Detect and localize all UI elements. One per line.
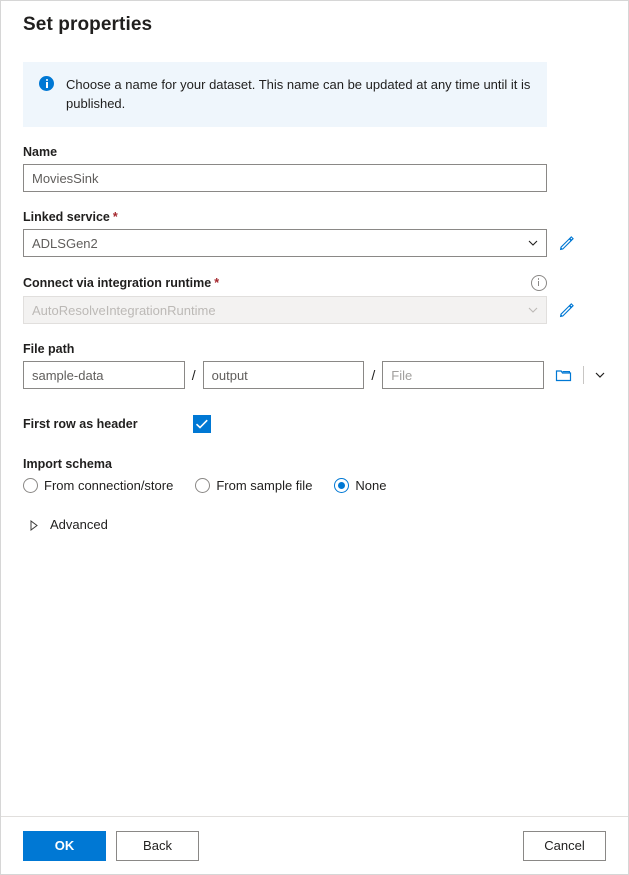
page-title: Set properties: [23, 14, 153, 35]
advanced-label: Advanced: [50, 517, 108, 532]
first-row-as-header-row: First row as header: [23, 415, 606, 433]
cancel-button[interactable]: Cancel: [523, 830, 606, 861]
import-schema-group: Import schema From connection/store From…: [23, 457, 606, 493]
set-properties-dialog: Set properties Choose a name for your da…: [0, 0, 629, 875]
checkmark-icon: [195, 419, 208, 429]
import-schema-option-from-connection-store[interactable]: From connection/store: [23, 478, 173, 493]
chevron-down-icon: [528, 305, 538, 315]
file-path-chevron-down-icon[interactable]: [594, 369, 606, 381]
triangle-right-icon: [29, 519, 39, 531]
file-path-row: sample-data / output / File: [23, 361, 606, 389]
first-row-as-header-checkbox[interactable]: [193, 415, 211, 433]
integration-runtime-label-row: Connect via integration runtime *: [23, 275, 547, 291]
linked-service-row: ADLSGen2: [23, 229, 606, 257]
info-banner: Choose a name for your dataset. This nam…: [23, 62, 547, 127]
name-input[interactable]: MoviesSink: [23, 164, 547, 192]
name-input-value: MoviesSink: [32, 170, 99, 186]
file-path-label: File path: [23, 342, 606, 356]
browse-folder-icon[interactable]: [555, 367, 573, 383]
path-separator: /: [371, 367, 376, 383]
advanced-expander[interactable]: Advanced: [23, 517, 606, 532]
dialog-footer: OK Back Cancel: [1, 816, 628, 874]
info-filled-icon: [39, 76, 54, 91]
linked-service-label: Linked service *: [23, 210, 606, 224]
radio-label: From connection/store: [44, 478, 174, 493]
import-schema-option-from-sample-file[interactable]: From sample file: [195, 478, 312, 493]
chevron-down-icon: [528, 238, 538, 248]
info-banner-message: Choose a name for your dataset. This nam…: [66, 77, 531, 111]
ok-button[interactable]: OK: [23, 830, 106, 861]
integration-runtime-value: AutoResolveIntegrationRuntime: [32, 302, 216, 318]
required-asterisk: *: [214, 276, 220, 290]
integration-runtime-edit-pencil-icon[interactable]: [558, 301, 576, 319]
path-separator: /: [191, 367, 196, 383]
integration-runtime-row: AutoResolveIntegrationRuntime: [23, 296, 606, 324]
linked-service-label-text: Linked service: [23, 210, 110, 224]
file-path-directory-value: output: [211, 367, 248, 383]
radio-selected-icon: [334, 478, 350, 493]
radio-label: None: [355, 478, 387, 493]
import-schema-label: Import schema: [23, 457, 112, 471]
dialog-body: Set properties Choose a name for your da…: [1, 1, 628, 816]
radio-label: From sample file: [216, 478, 313, 493]
file-path-container-input[interactable]: sample-data: [23, 361, 185, 389]
name-label: Name: [23, 145, 606, 159]
name-field-group: Name MoviesSink: [23, 145, 606, 192]
file-path-file-placeholder: File: [391, 367, 413, 383]
integration-runtime-label: Connect via integration runtime *: [23, 276, 219, 290]
info-outline-icon[interactable]: [531, 275, 547, 291]
file-path-directory-input[interactable]: output: [202, 361, 365, 389]
first-row-as-header-label: First row as header: [23, 417, 138, 431]
integration-runtime-label-text: Connect via integration runtime: [23, 276, 212, 290]
file-path-container-value: sample-data: [32, 367, 104, 383]
required-asterisk: *: [112, 210, 118, 224]
file-path-group: File path sample-data / output / File: [23, 342, 606, 389]
linked-service-select[interactable]: ADLSGen2: [23, 229, 547, 257]
import-schema-option-none[interactable]: None: [334, 478, 387, 493]
back-button[interactable]: Back: [116, 830, 199, 861]
radio-icon: [195, 478, 211, 493]
integration-runtime-group: Connect via integration runtime * AutoRe…: [23, 275, 606, 324]
linked-service-group: Linked service * ADLSGen2: [23, 210, 606, 257]
toolbar-divider: [583, 366, 585, 384]
radio-icon: [23, 478, 38, 493]
import-schema-radio-group: From connection/store From sample file N…: [23, 478, 606, 493]
linked-service-edit-pencil-icon[interactable]: [558, 234, 576, 252]
linked-service-value: ADLSGen2: [32, 235, 98, 251]
name-label-text: Name: [23, 145, 58, 159]
file-path-file-input[interactable]: File: [382, 361, 545, 389]
integration-runtime-select: AutoResolveIntegrationRuntime: [23, 296, 547, 324]
file-path-label-text: File path: [23, 342, 75, 356]
